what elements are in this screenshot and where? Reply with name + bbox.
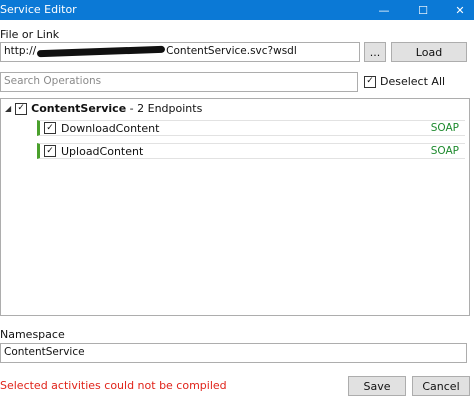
operation-row-downloadcontent[interactable]: ✓ DownloadContent SOAP [37,120,465,136]
namespace-label: Namespace [0,328,65,341]
namespace-input[interactable]: ContentService [0,343,467,363]
operation-name: DownloadContent [61,121,160,135]
cancel-button[interactable]: Cancel [412,376,470,396]
search-operations-input[interactable]: Search Operations [0,72,358,92]
save-button[interactable]: Save [348,376,406,396]
browse-button[interactable]: ... [364,42,386,62]
window-title: Service Editor [0,3,77,16]
maximize-icon[interactable]: ☐ [411,1,435,19]
operations-tree: ◢ ✓ ContentService - 2 Endpoints ✓ Downl… [0,98,470,316]
operation-row-uploadcontent[interactable]: ✓ UploadContent SOAP [37,143,465,159]
deselect-all-checkbox[interactable]: ✓ [364,75,376,88]
binding-badge: SOAP [430,145,459,157]
redaction-mark [37,45,166,57]
url-suffix: ContentService.svc?wsdl [166,45,297,57]
uploadcontent-checkbox[interactable]: ✓ [44,145,56,157]
service-name: ContentService [31,102,127,115]
endpoint-count: - 2 Endpoints [126,102,203,115]
contentservice-checkbox[interactable]: ✓ [15,102,28,115]
binding-badge: SOAP [430,122,459,134]
status-message: Selected activities could not be compile… [0,379,227,392]
file-or-link-label: File or Link [0,28,60,41]
close-icon[interactable]: ✕ [448,1,472,19]
deselect-all-toggle[interactable]: ✓ Deselect All [364,75,445,88]
downloadcontent-checkbox[interactable]: ✓ [44,122,56,134]
minimize-icon[interactable]: — [372,1,396,19]
url-prefix: http:// [4,45,37,57]
tree-node-contentservice[interactable]: ◢ ✓ ContentService - 2 Endpoints [5,102,202,115]
title-bar: Service Editor — ☐ ✕ [0,0,474,20]
url-input[interactable]: http:// ContentService.svc?wsdl [0,42,360,62]
collapse-icon[interactable]: ◢ [5,104,11,113]
operation-name: UploadContent [61,144,144,158]
deselect-all-label: Deselect All [380,75,446,88]
load-button[interactable]: Load [391,42,467,62]
